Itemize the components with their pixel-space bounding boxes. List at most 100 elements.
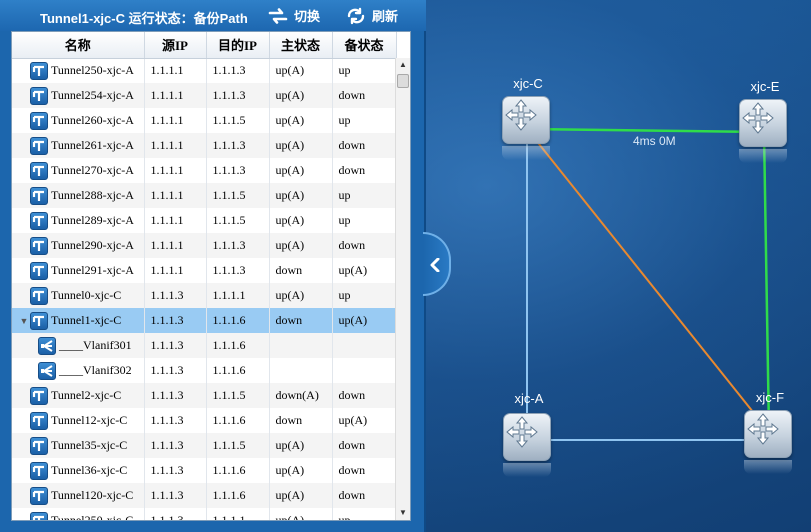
cell-name: Tunnel289-xjc-A	[12, 208, 145, 233]
vertical-scrollbar[interactable]: ▲ ▼	[395, 58, 410, 520]
table-row[interactable]: ____Vlanif302 1.1.1.3 1.1.1.6	[12, 358, 397, 383]
cell-main-status: up(A)	[269, 183, 333, 208]
table-row[interactable]: Tunnel261-xjc-A 1.1.1.1 1.1.1.3 up(A) down	[12, 133, 397, 158]
row-name: Tunnel288-xjc-A	[51, 188, 134, 202]
refresh-button-label: 刷新	[372, 9, 399, 24]
link-c-e[interactable]	[526, 127, 765, 134]
tunnel-icon	[30, 436, 48, 455]
cell-main-status	[269, 358, 333, 383]
table-row[interactable]: Tunnel36-xjc-C 1.1.1.3 1.1.1.6 up(A) down	[12, 458, 397, 483]
table-row[interactable]: Tunnel250-xjc-A 1.1.1.1 1.1.1.3 up(A) up	[12, 58, 397, 83]
cell-backup-status: down	[332, 133, 397, 158]
cell-main-status: up(A)	[269, 83, 333, 108]
cell-backup-status: down	[332, 458, 397, 483]
cell-name: Tunnel290-xjc-A	[12, 233, 145, 258]
row-name: Tunnel36-xjc-C	[51, 463, 128, 477]
tunnel-icon	[30, 386, 48, 405]
cell-src-ip: 1.1.1.3	[144, 483, 207, 508]
cell-src-ip: 1.1.1.3	[144, 283, 207, 308]
table-row[interactable]: Tunnel290-xjc-A 1.1.1.1 1.1.1.3 up(A) down	[12, 233, 397, 258]
table-row[interactable]: Tunnel250-xjc-C 1.1.1.3 1.1.1.1 up(A) up	[12, 508, 397, 520]
cell-main-status: down	[269, 408, 333, 433]
cell-dst-ip: 1.1.1.3	[206, 158, 270, 183]
col-header-src-ip[interactable]: 源IP	[144, 32, 207, 59]
table-row[interactable]: Tunnel260-xjc-A 1.1.1.1 1.1.1.5 up(A) up	[12, 108, 397, 133]
tunnel-icon	[30, 186, 48, 205]
cell-src-ip: 1.1.1.3	[144, 333, 207, 358]
tunnel-panel: Tunnel1-xjc-C 运行状态：备份Path 切换 刷新 名称 源IP 目…	[0, 0, 426, 532]
cell-name: Tunnel291-xjc-A	[12, 258, 145, 283]
col-header-dst-ip[interactable]: 目的IP	[206, 32, 270, 59]
col-header-backup-status[interactable]: 备状态	[332, 32, 397, 59]
refresh-button[interactable]: 刷新	[346, 6, 398, 26]
cell-backup-status: down	[332, 233, 397, 258]
expand-arrow-icon[interactable]: ▼	[18, 316, 30, 326]
tunnel-icon	[30, 86, 48, 105]
cell-dst-ip: 1.1.1.5	[206, 433, 270, 458]
cell-dst-ip: 1.1.1.6	[206, 308, 270, 333]
row-name: Tunnel35-xjc-C	[51, 438, 128, 452]
cell-backup-status: up	[332, 58, 397, 83]
table-row[interactable]: Tunnel2-xjc-C 1.1.1.3 1.1.1.5 down(A) down	[12, 383, 397, 408]
switch-button[interactable]: 切换	[268, 6, 320, 26]
tunnel-icon	[30, 136, 48, 155]
row-name: Tunnel260-xjc-A	[51, 113, 134, 127]
cell-dst-ip: 1.1.1.5	[206, 208, 270, 233]
cell-backup-status: up(A)	[332, 408, 397, 433]
tunnel-table: 名称 源IP 目的IP 主状态 备状态 Tunnel250-xjc-A 1.1.1…	[11, 31, 411, 521]
table-row[interactable]: Tunnel0-xjc-C 1.1.1.3 1.1.1.1 up(A) up	[12, 283, 397, 308]
tunnel-icon	[30, 261, 48, 280]
cell-name: Tunnel261-xjc-A	[12, 133, 145, 158]
table-row[interactable]: Tunnel254-xjc-A 1.1.1.1 1.1.1.3 up(A) down	[12, 83, 397, 108]
row-name: Tunnel290-xjc-A	[51, 238, 134, 252]
table-row[interactable]: Tunnel291-xjc-A 1.1.1.1 1.1.1.3 down up(A)	[12, 258, 397, 283]
col-header-name[interactable]: 名称	[12, 32, 145, 59]
table-row[interactable]: Tunnel270-xjc-A 1.1.1.1 1.1.1.3 up(A) down	[12, 158, 397, 183]
cell-dst-ip: 1.1.1.3	[206, 258, 270, 283]
table-row[interactable]: ____Vlanif301 1.1.1.3 1.1.1.6	[12, 333, 397, 358]
cell-name: Tunnel0-xjc-C	[12, 283, 145, 308]
cell-name: Tunnel12-xjc-C	[12, 408, 145, 433]
table-body: Tunnel250-xjc-A 1.1.1.1 1.1.1.3 up(A) up Tunn…	[12, 58, 397, 520]
link-c-f[interactable]	[526, 128, 770, 433]
row-name: Tunnel261-xjc-A	[51, 138, 134, 152]
col-header-main-status[interactable]: 主状态	[269, 32, 333, 59]
cell-dst-ip: 1.1.1.3	[206, 83, 270, 108]
cell-main-status: up(A)	[269, 133, 333, 158]
row-name: Tunnel291-xjc-A	[51, 263, 134, 277]
cell-name: ____Vlanif302	[12, 358, 145, 383]
table-row-selected[interactable]: ▼ Tunnel1-xjc-C 1.1.1.3 1.1.1.6 down up(A)	[12, 308, 397, 333]
cell-src-ip: 1.1.1.1	[144, 158, 207, 183]
tunnel-icon	[30, 411, 48, 430]
table-row[interactable]: Tunnel120-xjc-C 1.1.1.3 1.1.1.6 up(A) down	[12, 483, 397, 508]
tunnel-icon	[30, 511, 48, 520]
table-row[interactable]: Tunnel12-xjc-C 1.1.1.3 1.1.1.6 down up(A)	[12, 408, 397, 433]
node-xjc-a-label: xjc-A	[514, 391, 544, 406]
scroll-up-arrow-icon[interactable]: ▲	[396, 58, 410, 72]
scroll-thumb[interactable]	[397, 74, 409, 88]
cell-main-status: up(A)	[269, 283, 333, 308]
cell-name: ▼ Tunnel1-xjc-C	[12, 308, 145, 333]
cell-name: ____Vlanif301	[12, 333, 145, 358]
chevron-left-icon	[430, 258, 440, 272]
cell-name: Tunnel260-xjc-A	[12, 108, 145, 133]
table-row[interactable]: Tunnel35-xjc-C 1.1.1.3 1.1.1.5 up(A) down	[12, 433, 397, 458]
scroll-down-arrow-icon[interactable]: ▼	[396, 506, 410, 520]
table-row[interactable]: Tunnel288-xjc-A 1.1.1.1 1.1.1.5 up(A) up	[12, 183, 397, 208]
row-name: Tunnel254-xjc-A	[51, 88, 134, 102]
row-name: Tunnel120-xjc-C	[51, 488, 134, 502]
cell-name: Tunnel288-xjc-A	[12, 183, 145, 208]
cell-name: Tunnel2-xjc-C	[12, 383, 145, 408]
cell-src-ip: 1.1.1.3	[144, 383, 207, 408]
cell-dst-ip: 1.1.1.1	[206, 283, 270, 308]
cell-backup-status: down	[332, 383, 397, 408]
table-row[interactable]: Tunnel289-xjc-A 1.1.1.1 1.1.1.5 up(A) up	[12, 208, 397, 233]
cell-backup-status: down	[332, 83, 397, 108]
cell-main-status: up(A)	[269, 458, 333, 483]
cell-backup-status: down	[332, 158, 397, 183]
link-e-f[interactable]	[762, 131, 771, 433]
cell-dst-ip: 1.1.1.1	[206, 508, 270, 520]
tunnel-icon	[30, 111, 48, 130]
tunnel-icon	[30, 461, 48, 480]
cell-src-ip: 1.1.1.3	[144, 458, 207, 483]
